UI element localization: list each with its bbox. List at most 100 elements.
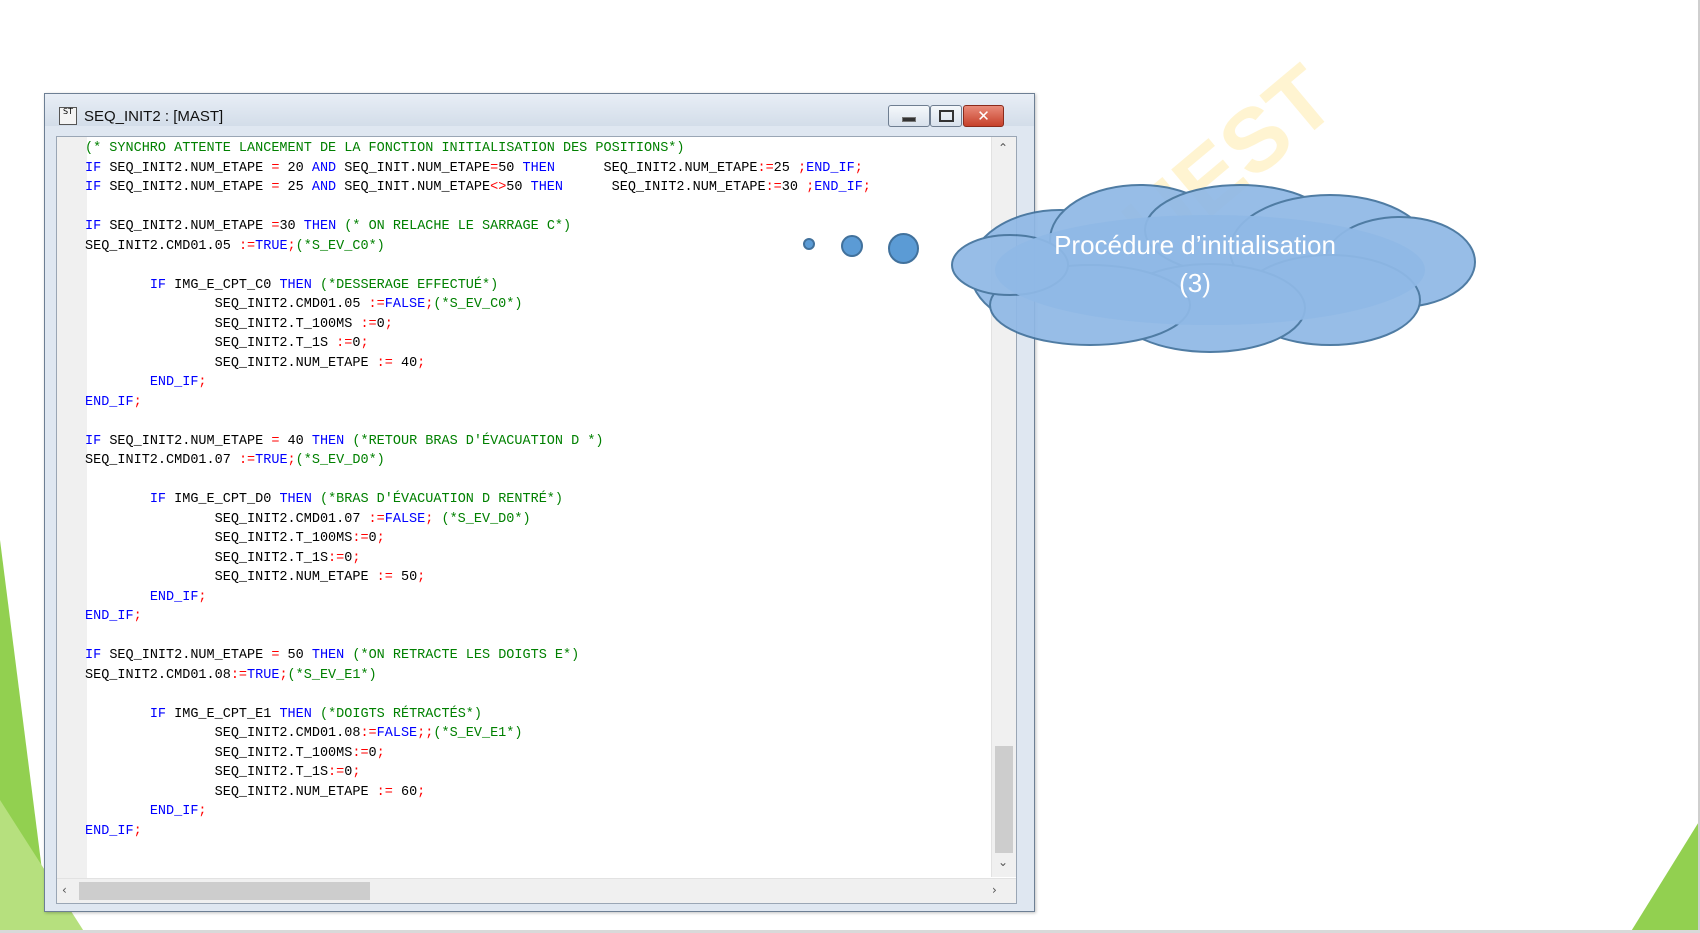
code-token: := [230, 667, 248, 683]
code-token: ; [417, 784, 426, 800]
code-token: = [271, 180, 288, 195]
code-token: := [368, 511, 385, 527]
code-token: SEQ_INIT2.NUM_ETAPE [109, 180, 272, 195]
code-line[interactable]: END_IF; [85, 393, 976, 413]
code-token: (*S_EV_D0*) [295, 453, 385, 468]
code-token: IF [85, 433, 110, 449]
code-token: END_IF [85, 394, 134, 410]
code-line[interactable] [85, 471, 976, 491]
code-token: := [376, 355, 401, 371]
code-line[interactable]: END_IF; [85, 802, 976, 822]
code-token: ; [133, 394, 142, 410]
code-token: ; [376, 531, 385, 546]
code-token: := [765, 180, 782, 195]
chevron-right-icon[interactable]: › [992, 883, 997, 897]
chevron-down-icon[interactable]: ⌄ [998, 855, 1008, 869]
slide-right-decoration [1630, 820, 1700, 933]
code-token: = [271, 648, 288, 663]
code-token: ; [352, 765, 361, 780]
code-line[interactable]: (* SYNCHRO ATTENTE LANCEMENT DE LA FONCT… [85, 139, 976, 159]
code-line[interactable]: SEQ_INIT2.CMD01.08:=FALSE;;(*S_EV_E1*) [85, 724, 976, 744]
code-token: ; [417, 355, 426, 371]
code-line[interactable]: IF SEQ_INIT2.NUM_ETAPE = 20 AND SEQ_INIT… [85, 159, 976, 179]
code-token: 0 [368, 745, 377, 761]
code-token: END_IF [149, 375, 199, 390]
code-token: := [376, 784, 401, 800]
code-line[interactable]: IF IMG_E_CPT_E1 THEN (*DOIGTS RÉTRACTÉS*… [85, 705, 976, 725]
code-editor[interactable]: (* SYNCHRO ATTENTE LANCEMENT DE LA FONCT… [56, 136, 1017, 904]
code-token: IF [149, 706, 175, 722]
code-token: ; [352, 550, 361, 566]
code-token: AND [311, 160, 345, 176]
code-token: := [238, 238, 256, 254]
vertical-scroll-thumb[interactable] [995, 746, 1013, 853]
code-line[interactable] [85, 256, 976, 276]
code-token: SEQ_INIT2.NUM_ETAPE [554, 160, 758, 176]
code-token: THEN [303, 219, 345, 234]
code-line[interactable] [85, 198, 976, 218]
code-token: (*S_EV_E1*) [287, 667, 377, 683]
code-line[interactable]: IF SEQ_INIT2.NUM_ETAPE = 50 THEN (*ON RE… [85, 646, 976, 666]
code-token: END_IF [806, 160, 855, 176]
code-token: := [360, 316, 377, 332]
code-token: THEN [311, 648, 353, 663]
code-line[interactable]: SEQ_INIT2.CMD01.05 :=FALSE;(*S_EV_C0*) [85, 295, 976, 315]
window-titlebar[interactable]: ST SEQ_INIT2 : [MAST] ✕ [45, 94, 1034, 127]
code-token: IMG_E_CPT_C0 [174, 277, 280, 293]
code-token: SEQ_INIT2.NUM_ETAPE [85, 784, 377, 800]
code-line[interactable] [85, 627, 976, 647]
chevron-left-icon[interactable]: ‹ [62, 883, 67, 897]
code-token: SEQ_INIT2.NUM_ETAPE [563, 180, 766, 195]
code-line[interactable]: SEQ_INIT2.T_100MS:=0; [85, 744, 976, 764]
code-token: (*DESSERAGE EFFECTUÉ*) [319, 277, 499, 293]
code-token: TRUE [255, 238, 288, 254]
code-token: ; [287, 238, 296, 254]
code-token: 0 [376, 316, 385, 332]
thought-dot-medium [841, 235, 863, 257]
code-token: SEQ_INIT2.T_100MS [85, 316, 361, 332]
horizontal-scroll-thumb[interactable] [79, 882, 370, 900]
code-line[interactable]: SEQ_INIT2.T_100MS:=0; [85, 529, 976, 549]
thought-dot-large [888, 233, 919, 264]
code-line[interactable]: IF IMG_E_CPT_D0 THEN (*BRAS D'ÉVACUATION… [85, 490, 976, 510]
code-line[interactable]: SEQ_INIT2.T_1S:=0; [85, 549, 976, 569]
code-line[interactable]: SEQ_INIT2.CMD01.07 :=TRUE;(*S_EV_D0*) [85, 451, 976, 471]
code-token: ; [133, 823, 142, 839]
code-line[interactable]: END_IF; [85, 822, 976, 842]
code-line[interactable]: SEQ_INIT2.NUM_ETAPE := 60; [85, 783, 976, 803]
code-token: := [328, 550, 345, 566]
code-token: SEQ_INIT2.NUM_ETAPE [109, 219, 272, 234]
code-token: := [238, 453, 256, 468]
code-line[interactable]: SEQ_INIT2.NUM_ETAPE := 40; [85, 354, 976, 374]
code-line[interactable]: SEQ_INIT2.T_1S:=0; [85, 763, 976, 783]
code-line[interactable]: SEQ_INIT2.CMD01.08:=TRUE;(*S_EV_E1*) [85, 666, 976, 686]
code-line[interactable]: IF IMG_E_CPT_C0 THEN (*DESSERAGE EFFECTU… [85, 276, 976, 296]
code-line[interactable]: IF SEQ_INIT2.NUM_ETAPE = 40 THEN (*RETOU… [85, 432, 976, 452]
code-token: IF [85, 160, 110, 176]
code-line[interactable]: END_IF; [85, 373, 976, 393]
code-line[interactable]: END_IF; [85, 607, 976, 627]
code-token: AND [311, 180, 345, 195]
callout-text: Procédure d’initialisation (3) [1030, 226, 1360, 302]
code-token: SEQ_INIT2.T_100MS [85, 531, 353, 546]
minimize-button[interactable] [888, 105, 930, 127]
code-token: IF [85, 180, 110, 195]
code-token: END_IF [149, 589, 199, 605]
code-line[interactable]: SEQ_INIT2.T_100MS :=0; [85, 315, 976, 335]
maximize-button[interactable] [930, 105, 962, 127]
code-line[interactable]: IF SEQ_INIT2.NUM_ETAPE = 25 AND SEQ_INIT… [85, 178, 976, 198]
minimize-icon [902, 116, 916, 122]
close-button[interactable]: ✕ [963, 105, 1004, 127]
code-line[interactable] [85, 412, 976, 432]
chevron-up-icon[interactable]: ⌃ [998, 141, 1008, 155]
code-line[interactable]: IF SEQ_INIT2.NUM_ETAPE =30 THEN (* ON RE… [85, 217, 976, 237]
code-token: := [360, 726, 377, 741]
code-token: 50 [506, 180, 531, 195]
code-line[interactable] [85, 685, 976, 705]
horizontal-scrollbar[interactable]: ‹ › [57, 878, 1016, 903]
code-line[interactable]: SEQ_INIT2.CMD01.07 :=FALSE; (*S_EV_D0*) [85, 510, 976, 530]
code-line[interactable]: SEQ_INIT2.NUM_ETAPE := 50; [85, 568, 976, 588]
code-line[interactable]: SEQ_INIT2.T_1S :=0; [85, 334, 976, 354]
code-line[interactable]: END_IF; [85, 588, 976, 608]
